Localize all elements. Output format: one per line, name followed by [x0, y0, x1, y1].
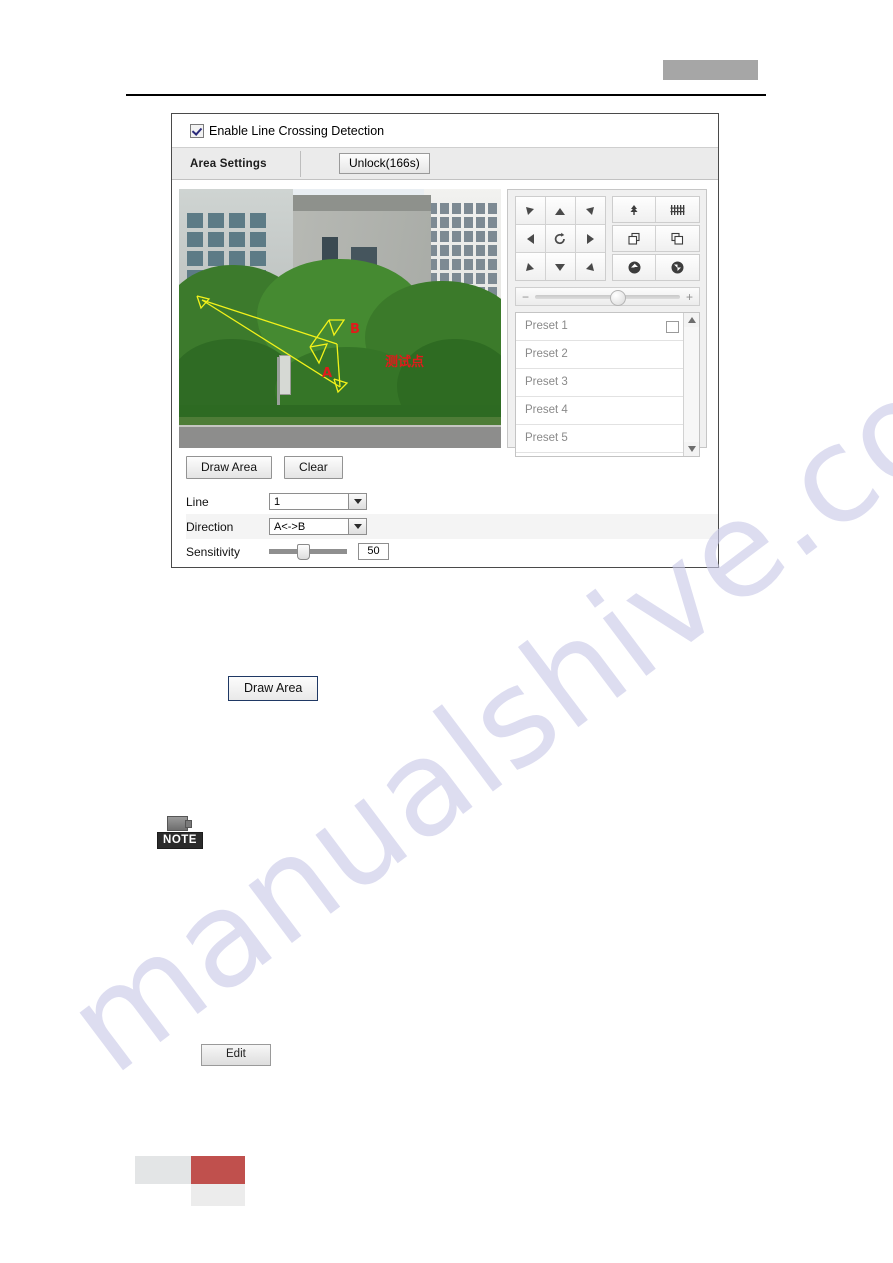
enable-row: Enable Line Crossing Detection	[172, 114, 718, 147]
preset-label: Preset 4	[525, 404, 568, 416]
preset-set-icon[interactable]	[666, 321, 679, 333]
sensitivity-slider-handle[interactable]	[297, 544, 311, 560]
ptz-function-column	[611, 196, 700, 281]
camera-icon	[167, 816, 192, 831]
preset-label: Preset 1	[525, 320, 568, 332]
enable-line-crossing-label: Enable Line Crossing Detection	[209, 123, 385, 138]
ptz-left-icon[interactable]	[516, 225, 545, 252]
focus-row	[611, 225, 700, 252]
sensitivity-label: Sensitivity	[186, 544, 241, 559]
direction-field-row: Direction A<->B	[186, 514, 718, 539]
zoom-row	[611, 196, 700, 223]
direction-label: Direction	[186, 519, 234, 534]
live-area: A B 测试点 − + Preset 1 Preset 2 Preset 3 P…	[172, 180, 718, 457]
sensitivity-slider-track[interactable]	[269, 544, 347, 560]
ptz-direction-pad	[515, 196, 606, 281]
preset-label: Preset 3	[525, 376, 568, 388]
enable-line-crossing-checkbox[interactable]	[190, 123, 204, 138]
list-item[interactable]: Preset 2	[516, 341, 683, 369]
list-item[interactable]: Preset 5	[516, 425, 683, 453]
iris-row	[611, 254, 700, 281]
note-label: NOTE	[157, 832, 203, 849]
footer-block-gray-secondary	[191, 1184, 245, 1206]
speed-slider-track[interactable]	[535, 289, 680, 306]
speed-slider-handle[interactable]	[610, 289, 627, 306]
scroll-up-icon[interactable]	[684, 313, 699, 327]
tab-area-settings[interactable]: Area Settings	[172, 158, 300, 170]
list-item[interactable]: Preset 3	[516, 369, 683, 397]
line-select-value: 1	[274, 495, 281, 508]
label-point-a: A	[322, 366, 332, 381]
direction-select-value: A<->B	[274, 520, 306, 533]
line-crossing-config-panel: Enable Line Crossing Detection Area Sett…	[171, 113, 719, 568]
line-label: Line	[186, 494, 209, 509]
footer-block-gray	[135, 1156, 191, 1184]
header-divider	[126, 94, 766, 96]
iris-minus-icon[interactable]	[612, 255, 656, 280]
draw-area-button[interactable]: Draw Area	[186, 456, 273, 479]
ptz-speed-slider[interactable]: − +	[515, 287, 700, 306]
preset-label: Preset 2	[525, 348, 568, 360]
preset-label: Preset 5	[525, 432, 568, 444]
preset-list-box: Preset 1 Preset 2 Preset 3 Preset 4 Pres…	[515, 312, 700, 457]
area-settings-tab-row: Area Settings Unlock(166s)	[172, 147, 718, 180]
video-preview[interactable]: A B 测试点	[179, 189, 501, 448]
ptz-up-left-icon[interactable]	[516, 197, 545, 224]
unlock-button[interactable]: Unlock(166s)	[339, 153, 430, 174]
osd-text: 测试点	[385, 354, 424, 370]
edit-button-figure[interactable]: Edit	[201, 1044, 271, 1066]
zoom-out-icon[interactable]	[612, 197, 656, 222]
sensitivity-value[interactable]: 50	[358, 543, 389, 560]
line-field-row: Line 1	[186, 489, 718, 514]
ptz-down-left-icon[interactable]	[516, 253, 545, 280]
header-redaction-block	[663, 60, 758, 80]
list-item[interactable]: Preset 1	[516, 313, 683, 341]
scroll-down-icon[interactable]	[684, 442, 699, 456]
clear-button[interactable]: Clear	[284, 456, 343, 479]
focus-near-icon[interactable]	[612, 226, 656, 251]
note-icon: NOTE	[157, 816, 203, 849]
speed-minus-label[interactable]: −	[522, 291, 529, 303]
ptz-down-right-icon[interactable]	[575, 253, 605, 280]
preset-scrollbar[interactable]	[683, 313, 699, 456]
footer-block-red	[191, 1156, 245, 1184]
ptz-down-icon[interactable]	[545, 253, 575, 280]
iris-plus-icon[interactable]	[656, 255, 699, 280]
ptz-auto-scan-icon[interactable]	[545, 225, 575, 252]
scrollbar-track[interactable]	[684, 327, 699, 442]
ptz-buttons	[515, 196, 700, 281]
direction-select[interactable]: A<->B	[269, 518, 367, 535]
label-point-b: B	[350, 322, 360, 337]
ptz-right-icon[interactable]	[575, 225, 605, 252]
list-item[interactable]: Preset 4	[516, 397, 683, 425]
focus-far-icon[interactable]	[656, 226, 699, 251]
zoom-in-icon[interactable]	[656, 197, 699, 222]
chevron-down-icon[interactable]	[348, 519, 366, 534]
draw-buttons-row: Draw Area Clear	[186, 456, 718, 479]
line-select[interactable]: 1	[269, 493, 367, 510]
ptz-up-icon[interactable]	[545, 197, 575, 224]
ptz-control-panel: − + Preset 1 Preset 2 Preset 3 Preset 4 …	[507, 189, 707, 457]
tab-divider	[300, 150, 301, 177]
area-controls: Draw Area Clear Line 1 Direction A<->B S…	[172, 448, 718, 564]
chevron-down-icon[interactable]	[348, 494, 366, 509]
speed-plus-label[interactable]: +	[686, 291, 693, 303]
preset-list: Preset 1 Preset 2 Preset 3 Preset 4 Pres…	[516, 313, 683, 456]
draw-area-button-figure[interactable]: Draw Area	[228, 676, 319, 701]
page-header	[126, 60, 766, 96]
detection-line-overlay: A B 测试点	[196, 295, 424, 394]
ptz-up-right-icon[interactable]	[575, 197, 605, 224]
sensitivity-field-row: Sensitivity 50	[186, 539, 718, 564]
